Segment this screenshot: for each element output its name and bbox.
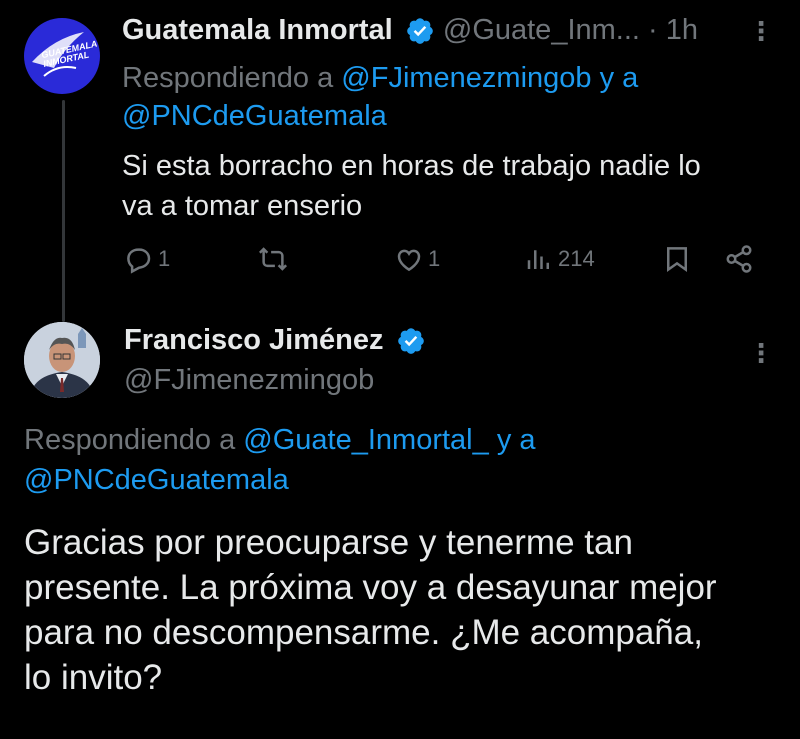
tweet-text-line: presente. La próxima voy a desayunar mej… [24,568,717,607]
mention-link[interactable]: @Guate_Inmortal_ [243,424,488,456]
retweet-icon [258,247,288,271]
more-options-icon[interactable]: ⋮ [748,16,774,47]
like-button[interactable]: 1 [394,244,440,274]
replying-to-line1: Respondiendo a @FJimenezmingob y a [122,62,638,95]
heart-icon [397,249,421,272]
retweet-button[interactable] [258,244,292,274]
view-count: 214 [558,246,595,271]
tweet-text-line: Si esta borracho en horas de trabajo nad… [122,150,701,182]
author-handle[interactable]: @Guate_Inm... [443,14,640,46]
avatar-photo-icon [24,322,100,398]
views-chart-icon [527,250,549,269]
reply-count: 1 [158,246,171,271]
tweet1-text: Si esta borracho en horas de trabajo nad… [122,146,701,226]
thread-connector-line [62,100,65,322]
like-count: 1 [428,246,441,271]
more-options-icon[interactable]: ⋮ [748,338,774,369]
tweet-text-line: lo invito? [24,658,163,697]
share-button[interactable] [724,244,754,274]
tweet-text-line: Gracias por preocuparse y tenerme tan [24,523,633,562]
mention-link[interactable]: @PNCdeGuatemala [24,464,289,496]
author-handle[interactable]: @FJimenezmingob [124,364,374,397]
author-name[interactable]: Guatemala Inmortal [122,14,393,46]
tweet-text-line: va a tomar enserio [122,190,363,222]
tweet2-text: Gracias por preocuparse y tenerme tan pr… [24,520,717,700]
avatar-guatemala-inmortal[interactable]: GUATEMALA INMORTAL [24,18,100,94]
share-icon [726,245,752,273]
replying-label: Respondiendo a [122,62,334,94]
post-time[interactable]: · 1h [648,14,698,46]
replying-to-line1: Respondiendo a @Guate_Inmortal_ y a [24,424,536,457]
author-name[interactable]: Francisco Jiménez [124,324,384,356]
replying-to-line2: @PNCdeGuatemala [122,100,387,133]
bookmark-button[interactable] [662,244,692,274]
verified-badge-icon [397,328,424,355]
replying-to-line2: @PNCdeGuatemala [24,464,289,497]
reply-icon [127,248,151,274]
tweet2-header: Francisco Jiménez [124,324,426,357]
verified-badge-icon [407,18,433,45]
mention-link[interactable]: @PNCdeGuatemala [122,100,387,132]
tweet1-actions: 1 1 214 [124,244,764,280]
bookmark-icon [667,247,687,273]
tweet-text-line: para no descompensarme. ¿Me acompaña, [24,613,703,652]
tweet1-header: Guatemala Inmortal @Guate_Inm... · 1h [122,14,698,47]
views-button[interactable]: 214 [524,244,595,274]
mention-and-link[interactable]: y a [600,62,639,94]
reply-button[interactable]: 1 [124,244,170,274]
avatar-francisco-jimenez[interactable] [24,322,100,398]
replying-label: Respondiendo a [24,424,236,456]
mention-link[interactable]: @FJimenezmingob [341,62,591,94]
mention-and-link[interactable]: y a [497,424,536,456]
